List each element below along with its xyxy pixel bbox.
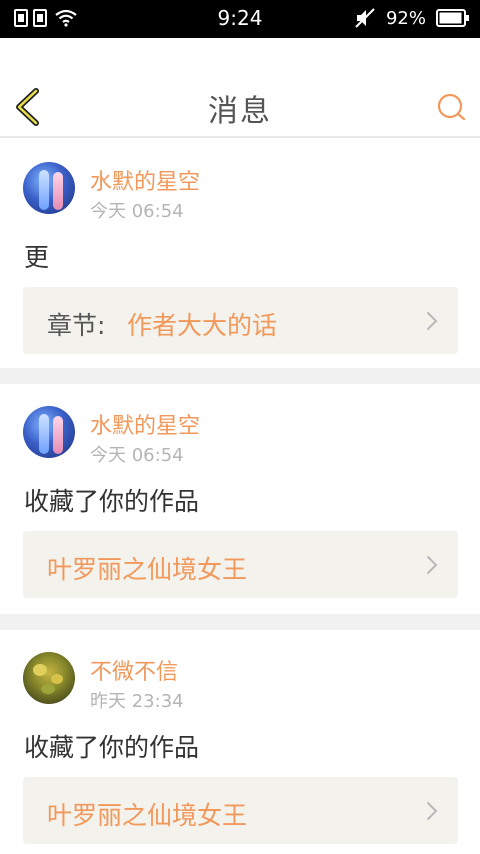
timestamp: 昨天 23:34: [90, 691, 184, 712]
page-title: 消息: [208, 94, 272, 129]
divider: [0, 368, 480, 384]
avatar-figure: [39, 414, 49, 454]
chevron-right-icon: [427, 312, 438, 330]
battery-icon: [436, 9, 469, 27]
username[interactable]: 水默的星空: [90, 164, 200, 196]
mute-icon: [355, 8, 375, 28]
message-card: 不微不信 昨天 23:34 收藏了你的作品 叶罗丽之仙境女王: [0, 630, 480, 854]
chevron-right-icon: [427, 556, 438, 574]
message-text: 更: [24, 243, 50, 272]
work-title: 叶罗丽之仙境女王: [47, 801, 248, 830]
message-text: 收藏了你的作品: [24, 733, 200, 762]
avatar-detail: [51, 674, 63, 684]
status-right: 92%: [354, 7, 470, 29]
message-text: 收藏了你的作品: [24, 487, 200, 516]
avatar-detail: [33, 664, 47, 676]
messages-screen: 9:24 92% 消息 水默的星空 今天 06:54 更 章节: 作者大大的话 …: [0, 0, 480, 854]
avatar-figure: [39, 170, 49, 210]
chevron-right-icon: [427, 802, 438, 820]
username[interactable]: 不微不信: [90, 654, 178, 686]
username[interactable]: 水默的星空: [90, 408, 200, 440]
avatar[interactable]: [23, 406, 75, 458]
work-title: 叶罗丽之仙境女王: [47, 555, 248, 584]
message-feed: 水默的星空 今天 06:54 更 章节: 作者大大的话 水默的星空 今天 06:…: [0, 140, 480, 854]
work-link[interactable]: 叶罗丽之仙境女王: [23, 531, 458, 598]
avatar[interactable]: [23, 652, 75, 704]
avatar-detail: [41, 684, 55, 694]
avatar-figure: [53, 172, 63, 210]
message-card: 水默的星空 今天 06:54 收藏了你的作品 叶罗丽之仙境女王: [0, 384, 480, 614]
app-header: 消息: [0, 38, 480, 138]
work-link[interactable]: 叶罗丽之仙境女王: [23, 777, 458, 844]
chapter-link[interactable]: 章节: 作者大大的话: [23, 287, 458, 354]
timestamp: 今天 06:54: [90, 445, 184, 466]
message-card: 水默的星空 今天 06:54 更 章节: 作者大大的话: [0, 140, 480, 368]
chapter-title: 作者大大的话: [127, 311, 278, 340]
battery-percentage: 92%: [385, 7, 426, 29]
chapter-label: 章节:: [47, 311, 106, 340]
timestamp: 今天 06:54: [90, 201, 184, 222]
status-bar: 9:24 92%: [0, 0, 480, 38]
search-icon[interactable]: [436, 92, 466, 122]
avatar-figure: [53, 416, 63, 454]
divider: [0, 614, 480, 630]
avatar[interactable]: [23, 162, 75, 214]
